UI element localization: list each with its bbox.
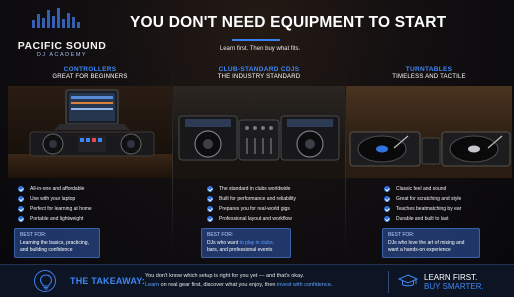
list-item: Prepares you for real-world gigs xyxy=(207,204,339,214)
slogan-line-2: BUY SMARTER. xyxy=(424,282,484,291)
cdj-image xyxy=(173,86,345,178)
list-item: Professional layout and workflow xyxy=(207,214,339,224)
equalizer-icon xyxy=(32,8,92,28)
brand-logo: PACIFIC SOUND DJ ACADEMY xyxy=(8,6,116,60)
column-title: CONTROLLERS xyxy=(63,66,117,73)
footer-divider xyxy=(388,271,389,293)
lightbulb-icon xyxy=(34,270,56,292)
list-item: Portable and lightweight xyxy=(18,214,166,224)
column-controllers: CONTROLLERS GREAT FOR BEGINNERS All-in-o… xyxy=(8,62,172,264)
column-turntables: TURNTABLES TIMELESS AND TACTILE Classic … xyxy=(346,62,512,264)
best-for-label: BEST FOR: xyxy=(207,232,234,238)
best-for-text: Learning the basics, practicing, and bui… xyxy=(20,240,89,253)
graduation-cap-icon xyxy=(397,274,419,293)
column-subtitle: THE INDUSTRY STANDARD xyxy=(217,74,301,80)
column-subtitle: GREAT FOR BEGINNERS xyxy=(52,74,128,80)
list-item: Perfect for learning at home xyxy=(18,204,166,214)
brand-name: PACIFIC SOUND xyxy=(17,40,107,52)
list-item: Built for performance and reliability xyxy=(207,194,339,204)
check-icon xyxy=(384,196,390,202)
best-for-label: BEST FOR: xyxy=(388,232,415,238)
feature-list: All-in-one and affordable Use with your … xyxy=(18,184,166,224)
best-for-label: BEST FOR: xyxy=(20,232,47,238)
list-item: Great for scratching and style xyxy=(384,194,506,204)
feature-list: Classic feel and sound Great for scratch… xyxy=(384,184,506,224)
turntable-image xyxy=(346,86,512,178)
list-item: All-in-one and affordable xyxy=(18,184,166,194)
best-for-text: DJs who love the art of mixing and want … xyxy=(388,240,465,253)
check-icon xyxy=(18,186,24,192)
infographic: PACIFIC SOUND DJ ACADEMY YOU DON'T NEED … xyxy=(0,0,514,297)
column-cdjs: CLUB-STANDARD CDJS THE INDUSTRY STANDARD xyxy=(173,62,345,264)
list-item: Teaches beatmatching by ear xyxy=(384,204,506,214)
page-subtitle: Learn first. Then buy what fits. xyxy=(219,46,301,52)
best-for-text: DJs who want to play in clubs, bars, and … xyxy=(207,240,274,253)
feature-list: The standard in clubs worldwide Built fo… xyxy=(207,184,339,224)
check-icon xyxy=(18,216,24,222)
check-icon xyxy=(384,216,390,222)
check-icon xyxy=(207,196,213,202)
list-item: Durable and built to last xyxy=(384,214,506,224)
column-title: CLUB-STANDARD CDJS xyxy=(218,66,300,73)
check-icon xyxy=(207,216,213,222)
check-icon xyxy=(18,196,24,202)
check-icon xyxy=(384,206,390,212)
takeaway-label: THE TAKEAWAY: xyxy=(70,276,145,286)
title-divider xyxy=(232,39,280,41)
check-icon xyxy=(207,206,213,212)
check-icon xyxy=(18,206,24,212)
brand-sub: DJ ACADEMY xyxy=(36,52,88,58)
column-subtitle: TIMELESS AND TACTILE xyxy=(392,74,466,80)
best-for-box: BEST FOR: Learning the basics, practicin… xyxy=(14,228,100,258)
page-title: YOU DON'T NEED EQUIPMENT TO START xyxy=(130,14,447,31)
controller-image xyxy=(8,86,172,178)
best-for-box: BEST FOR: DJs who want to play in clubs,… xyxy=(201,228,291,258)
slogan-line-1: LEARN FIRST. xyxy=(424,273,478,282)
list-item: The standard in clubs worldwide xyxy=(207,184,339,194)
check-icon xyxy=(207,186,213,192)
list-item: Classic feel and sound xyxy=(384,184,506,194)
takeaway-footer: THE TAKEAWAY: You don't know which setup… xyxy=(0,264,514,297)
check-icon xyxy=(384,186,390,192)
list-item: Use with your laptop xyxy=(18,194,166,204)
takeaway-text: You don't know which setup is right for … xyxy=(145,273,333,288)
column-title: TURNTABLES xyxy=(405,66,453,73)
best-for-box: BEST FOR: DJs who love the art of mixing… xyxy=(382,228,480,258)
